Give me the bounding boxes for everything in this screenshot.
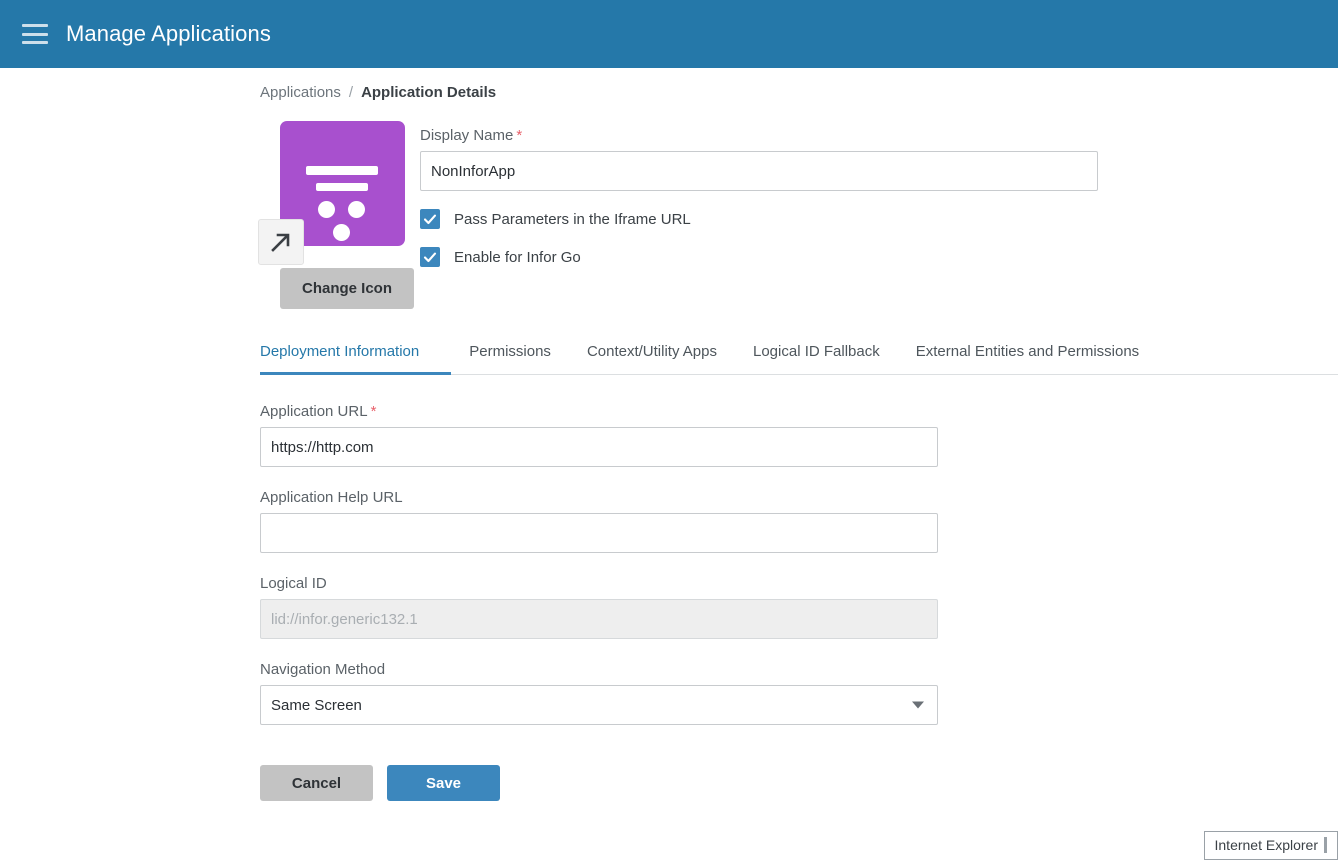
hamburger-bar xyxy=(22,41,48,44)
taskbar-internet-explorer-chip[interactable]: Internet Explorer xyxy=(1203,831,1338,860)
tile-dot-right xyxy=(348,201,365,218)
pass-parameters-checkbox[interactable] xyxy=(420,209,440,229)
application-tile-icon xyxy=(258,121,405,265)
hamburger-bar xyxy=(22,32,48,36)
tile-bar-second xyxy=(316,183,368,191)
breadcrumb-item-applications[interactable]: Applications xyxy=(260,84,341,101)
tile-bar-top xyxy=(306,166,378,175)
application-help-url-input[interactable] xyxy=(260,513,938,553)
change-icon-button[interactable]: Change Icon xyxy=(280,268,415,309)
application-summary-row: Change Icon Display Name* Pass Parameter… xyxy=(258,121,1338,309)
display-name-label: Display Name * xyxy=(420,127,1338,144)
tile-dot-left xyxy=(318,201,335,218)
logical-id-input xyxy=(260,599,938,639)
hamburger-bar xyxy=(22,24,48,27)
application-url-group: Application URL * xyxy=(260,403,1338,467)
navigation-method-group: Navigation Method xyxy=(260,661,1338,725)
tab-deployment-information[interactable]: Deployment Information xyxy=(260,337,452,375)
application-fields-column: Display Name* Pass Parameters in the Ifr… xyxy=(420,121,1338,267)
required-marker: * xyxy=(516,127,523,144)
enable-infor-go-label: Enable for Infor Go xyxy=(454,248,581,266)
navigation-method-label: Navigation Method xyxy=(260,661,386,678)
tab-context-utility-apps[interactable]: Context/Utility Apps xyxy=(569,337,735,375)
taskbar-grip-icon xyxy=(1324,837,1327,853)
display-name-label-text: Display Name xyxy=(420,127,514,144)
page-content: Applications / Application Details Chang… xyxy=(0,68,1338,801)
application-url-label-text: Application URL xyxy=(260,403,368,420)
application-icon-column: Change Icon xyxy=(258,121,420,309)
logical-id-group: Logical ID xyxy=(260,575,1338,639)
application-help-url-label: Application Help URL xyxy=(260,489,403,506)
checkbox-row-enable-infor-go[interactable]: Enable for Infor Go xyxy=(420,247,1338,267)
application-help-url-group: Application Help URL xyxy=(260,489,1338,553)
logical-id-label: Logical ID xyxy=(260,575,327,592)
form-actions: Cancel Save xyxy=(260,765,1338,801)
enable-infor-go-checkbox[interactable] xyxy=(420,247,440,267)
pass-parameters-label: Pass Parameters in the Iframe URL xyxy=(454,210,691,228)
checkbox-row-pass-parameters[interactable]: Pass Parameters in the Iframe URL xyxy=(420,209,1338,229)
app-header-bar: Manage Applications xyxy=(0,0,1338,68)
deployment-information-panel: Application URL* Application Help URL Lo… xyxy=(260,375,1338,801)
cancel-button[interactable]: Cancel xyxy=(260,765,373,801)
tab-external-entities-and-permissions[interactable]: External Entities and Permissions xyxy=(898,337,1157,375)
tile-dot-bottom xyxy=(333,224,350,241)
page-title: Manage Applications xyxy=(66,21,271,46)
navigation-method-select[interactable] xyxy=(260,685,938,725)
required-marker: * xyxy=(370,403,377,420)
navigation-method-select-wrapper[interactable] xyxy=(260,685,938,725)
breadcrumb-separator: / xyxy=(348,84,354,101)
breadcrumb-item-application-details: Application Details xyxy=(361,84,497,101)
tab-permissions[interactable]: Permissions xyxy=(451,337,569,375)
hamburger-menu-icon[interactable] xyxy=(22,24,48,44)
breadcrumb: Applications / Application Details xyxy=(260,84,1338,101)
external-link-arrow-icon xyxy=(258,219,304,265)
display-name-input[interactable] xyxy=(420,151,1098,191)
application-url-input[interactable] xyxy=(260,427,938,467)
application-url-label: Application URL * xyxy=(260,403,1338,420)
save-button[interactable]: Save xyxy=(387,765,500,801)
tab-logical-id-fallback[interactable]: Logical ID Fallback xyxy=(735,337,898,375)
taskbar-internet-explorer-label: Internet Explorer xyxy=(1214,837,1319,853)
tab-bar: Deployment Information Permissions Conte… xyxy=(260,337,1338,375)
